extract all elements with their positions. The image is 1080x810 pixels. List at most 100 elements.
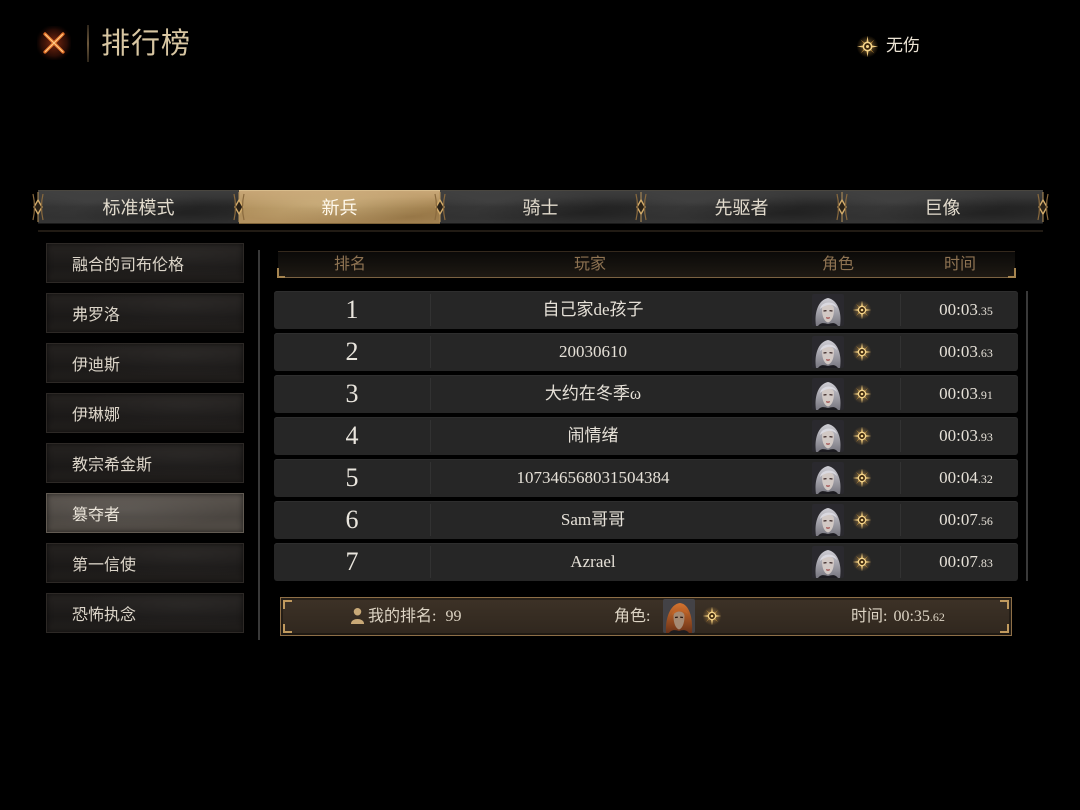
player-name: Azrael	[570, 552, 616, 571]
player-name: 自己家de孩子	[542, 300, 644, 319]
tab-divider-ornament	[836, 191, 848, 223]
column-divider	[430, 378, 431, 410]
tab-vanguard[interactable]: 先驱者	[641, 190, 842, 224]
clear-time: 00:03.63	[939, 333, 993, 372]
boss-list-item[interactable]: 伊迪斯	[46, 343, 244, 383]
time-main: 00:07	[939, 552, 978, 571]
difficulty-tabbar: 标准模式 新兵 骑士 先驱者 巨像	[32, 190, 1049, 224]
time-main: 00:03	[939, 342, 978, 361]
column-divider	[430, 336, 431, 368]
column-divider	[430, 420, 431, 452]
column-header-character: 角色	[821, 256, 855, 273]
time-fraction: .91	[977, 388, 993, 402]
tab-divider-ornament	[434, 191, 446, 223]
rank-number: 3	[345, 379, 359, 408]
column-divider	[900, 504, 901, 536]
sun-compass-icon	[852, 510, 872, 530]
my-time-label: 时间:	[851, 608, 888, 625]
character-avatar-icon	[812, 378, 844, 410]
my-rank-label: 我的排名:	[368, 608, 437, 625]
character-avatar-icon	[812, 420, 844, 452]
boss-list-item[interactable]: 融合的司布伦格	[46, 243, 244, 283]
boss-list-item[interactable]: 篡夺者	[46, 493, 244, 533]
table-row: 6 Sam哥哥 00:07.56	[274, 501, 1018, 539]
column-divider	[900, 462, 901, 494]
close-icon	[37, 26, 71, 60]
column-divider	[900, 546, 901, 578]
time-fraction: .83	[977, 556, 993, 570]
close-button[interactable]	[36, 25, 72, 61]
time-fraction: .63	[977, 346, 993, 360]
player-name: 107346568031504384	[516, 468, 670, 487]
rank-number: 4	[345, 421, 359, 450]
time-main: 00:03	[939, 384, 978, 403]
leaderboard-scrollbar[interactable]	[1026, 291, 1028, 581]
clear-time: 00:07.83	[939, 543, 993, 582]
rank-number: 2	[345, 337, 359, 366]
rank-number: 7	[345, 547, 359, 576]
table-row: 1 自己家de孩子 00:03.35	[274, 291, 1018, 329]
column-divider	[430, 294, 431, 326]
my-time: 时间: 00:35.62	[851, 598, 945, 636]
bar-corner-ornament	[283, 600, 292, 609]
my-character-avatar-icon	[663, 599, 695, 633]
time-fraction: .93	[977, 430, 993, 444]
boss-list-scrollbar[interactable]	[258, 250, 260, 640]
time-main: 00:03	[939, 300, 978, 319]
tab-colossus[interactable]: 巨像	[842, 190, 1043, 224]
tab-recruit[interactable]: 新兵	[239, 190, 440, 224]
leaderboard-header: 排名 玩家 角色 时间	[277, 251, 1016, 278]
character-avatar-icon	[812, 546, 844, 578]
time-fraction: .32	[977, 472, 993, 486]
table-row: 4 闹情绪 00:03.93	[274, 417, 1018, 455]
time-main: 00:04	[939, 468, 978, 487]
boss-list-item[interactable]: 弗罗洛	[46, 293, 244, 333]
bar-corner-ornament	[283, 624, 292, 633]
sun-compass-icon	[852, 384, 872, 404]
my-time-main: 00:35	[893, 608, 930, 625]
table-row: 5 107346568031504384 00:04.32	[274, 459, 1018, 497]
my-character-label: 角色:	[614, 608, 651, 625]
player-name: 20030610	[559, 342, 627, 361]
boss-list-item[interactable]: 第一信使	[46, 543, 244, 583]
sun-compass-icon	[702, 606, 722, 626]
player-name: 大约在冬季ω	[544, 384, 642, 403]
rank-number: 1	[345, 295, 359, 324]
column-header-rank: 排名	[333, 256, 367, 273]
clear-time: 00:07.56	[939, 501, 993, 540]
column-divider	[900, 420, 901, 452]
my-rank-value: 99	[445, 608, 462, 625]
bar-corner-ornament	[1000, 600, 1009, 609]
tab-divider-ornament	[32, 191, 44, 223]
my-time-fraction: .62	[929, 610, 945, 624]
rank-number: 5	[345, 463, 359, 492]
table-row: 7 Azrael 00:07.83	[274, 543, 1018, 581]
title-divider	[87, 25, 89, 62]
boss-list-item[interactable]: 教宗希金斯	[46, 443, 244, 483]
my-rank-bar: 我的排名: 99 角色: 时间: 00:35.62	[280, 597, 1012, 636]
column-divider	[900, 378, 901, 410]
tab-knight[interactable]: 骑士	[440, 190, 641, 224]
sun-compass-icon	[852, 342, 872, 362]
tab-standard-mode[interactable]: 标准模式	[38, 190, 239, 224]
bar-corner-ornament	[1000, 624, 1009, 633]
mode-label: 无伤	[886, 36, 920, 55]
tab-divider-ornament	[1037, 191, 1049, 223]
sun-compass-icon	[852, 468, 872, 488]
clear-time: 00:03.35	[939, 291, 993, 330]
tabbar-underline	[38, 230, 1043, 232]
boss-list-item[interactable]: 恐怖执念	[46, 593, 244, 633]
sun-compass-icon	[852, 300, 872, 320]
column-divider	[900, 294, 901, 326]
character-avatar-icon	[812, 294, 844, 326]
tab-divider-ornament	[233, 191, 245, 223]
clear-time: 00:03.91	[939, 375, 993, 414]
time-fraction: .35	[977, 304, 993, 318]
boss-list-item[interactable]: 伊琳娜	[46, 393, 244, 433]
character-avatar-icon	[812, 462, 844, 494]
no-damage-mode-toggle[interactable]: 无伤	[856, 34, 920, 58]
column-divider	[430, 504, 431, 536]
time-main: 00:07	[939, 510, 978, 529]
header-corner-ornament	[1008, 268, 1016, 278]
column-divider	[430, 462, 431, 494]
